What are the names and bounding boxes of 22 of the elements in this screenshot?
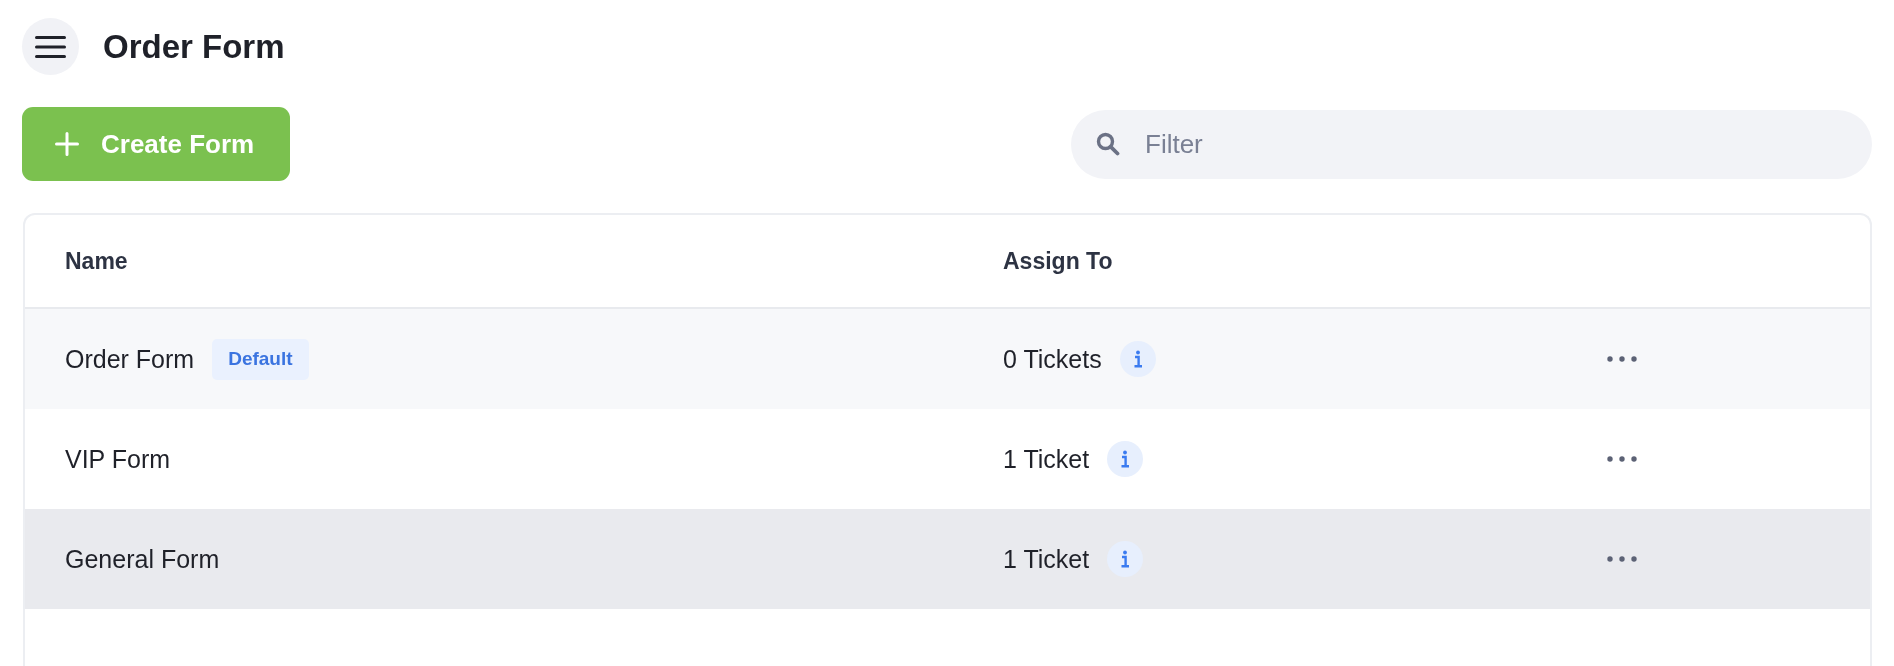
plus-icon xyxy=(55,132,79,156)
column-header: Name xyxy=(65,247,129,275)
ticket-count: 1 Ticket xyxy=(1003,444,1090,474)
table-row[interactable]: Order Form Default 0 Tickets xyxy=(25,309,1870,409)
table-row[interactable]: General Form 1 Ticket xyxy=(25,509,1870,609)
form-name: VIP Form xyxy=(65,444,171,474)
form-name: General Form xyxy=(65,544,220,574)
menu-icon xyxy=(35,35,66,58)
more-icon xyxy=(1607,456,1637,462)
page-title: Order Form xyxy=(103,27,285,66)
search-icon xyxy=(1096,131,1120,156)
info-icon[interactable] xyxy=(1107,541,1144,577)
info-icon[interactable] xyxy=(1119,341,1156,377)
form-name: Order Form xyxy=(65,344,195,374)
info-icon[interactable] xyxy=(1107,441,1144,477)
ticket-count: 1 Ticket xyxy=(1003,544,1090,574)
filter-field[interactable]: Filter xyxy=(1071,109,1872,179)
more-icon xyxy=(1607,356,1637,362)
default-badge: Default xyxy=(212,338,309,380)
more-icon xyxy=(1607,556,1637,562)
column-header: Assign To xyxy=(1003,247,1114,275)
ticket-count: 0 Tickets xyxy=(1003,344,1102,374)
